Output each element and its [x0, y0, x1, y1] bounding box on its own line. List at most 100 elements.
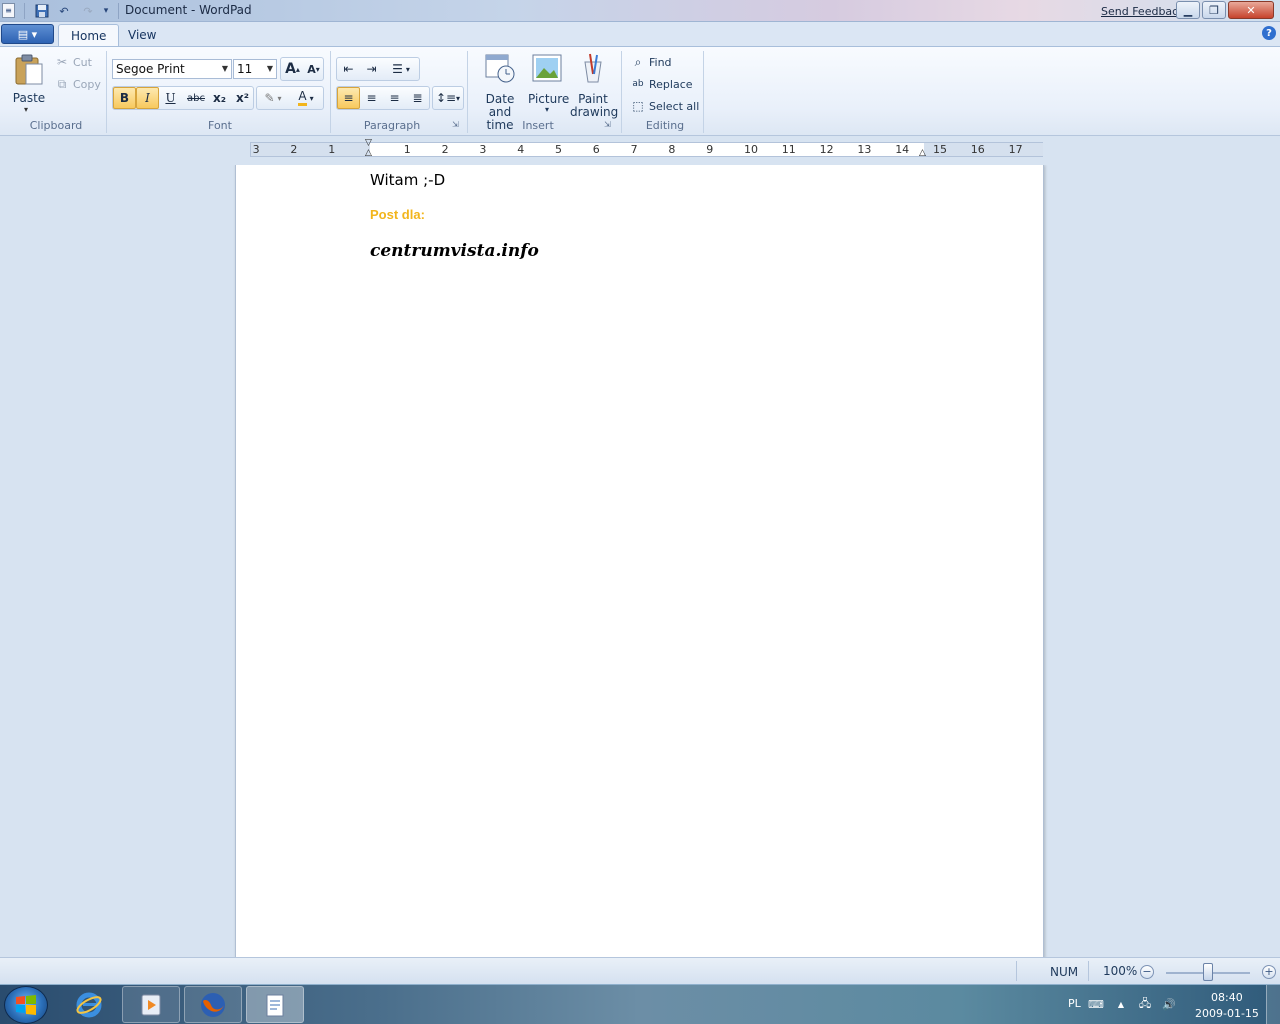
zoom-level[interactable]: 100% [1103, 964, 1137, 978]
subscript-button[interactable]: x₂ [208, 87, 231, 109]
ruler-tick-label: 3 [479, 143, 487, 156]
undo-icon[interactable]: ↶ [56, 3, 72, 19]
wordpad-app-icon[interactable]: ≡ [2, 3, 15, 18]
date-time-button[interactable]: Date and time [474, 52, 526, 132]
line-spacing-icon: ↕≡ [435, 91, 457, 105]
zoom-slider-thumb[interactable] [1203, 963, 1213, 981]
clock-date[interactable]: 2009-01-15 [1195, 1007, 1259, 1020]
right-indent-marker[interactable]: △ [919, 148, 926, 158]
replace-button[interactable]: ab Replace [630, 76, 692, 92]
num-lock-indicator: NUM [1050, 965, 1079, 979]
taskbar-wordpad[interactable] [246, 986, 304, 1023]
ruler-left-margin [251, 143, 370, 156]
find-button[interactable]: ⌕ Find [630, 54, 672, 70]
decrease-indent-icon[interactable]: ⇤ [337, 58, 360, 80]
underline-button[interactable]: U [159, 87, 182, 109]
hanging-indent-marker[interactable]: △ [365, 148, 372, 158]
paint-drawing-button[interactable]: Paint drawing [570, 52, 618, 119]
minimize-button[interactable]: ▁ [1176, 1, 1200, 19]
ruler-tick-label: 15 [933, 143, 947, 156]
app-menu-button[interactable]: ▤ ▾ [1, 24, 54, 44]
clock-time[interactable]: 08:40 [1211, 991, 1243, 1004]
taskbar-firefox[interactable] [184, 986, 242, 1023]
status-separator [1088, 961, 1089, 981]
zoom-in-button[interactable]: + [1262, 965, 1276, 979]
show-hidden-icons-icon[interactable]: ▲ [1113, 996, 1129, 1012]
ribbon-tab-row: ▤ ▾ Home View ? [0, 22, 1280, 46]
select-all-button[interactable]: ⬚ Select all [630, 98, 699, 114]
document-line[interactable]: Witam ;-D [370, 171, 445, 189]
ruler[interactable]: 3 2 1 1 2 3 4 5 6 7 8 9 10 11 12 13 14 15 16 17 ▽ △ △ [250, 138, 1043, 158]
ruler-tick-label: 5 [555, 143, 562, 156]
font-size-select[interactable]: 11 ▼ [233, 59, 277, 79]
bullet-list-button[interactable]: ☰ ▾ [384, 58, 418, 80]
ruler-tick-label: 6 [592, 143, 600, 156]
maximize-button[interactable]: ❐ [1202, 1, 1226, 19]
document-page[interactable]: Witam ;-D Post dla: centrumvista.info [235, 165, 1044, 957]
save-icon[interactable] [34, 3, 50, 19]
status-bar: NUM 100% − + [0, 957, 1280, 984]
first-line-indent-marker[interactable]: ▽ [365, 138, 372, 148]
volume-icon[interactable]: 🔊 [1161, 996, 1177, 1012]
qat-separator [24, 3, 25, 19]
ruler-tick-label: 13 [857, 143, 872, 156]
document-line[interactable]: Post dla: [370, 207, 425, 222]
italic-button[interactable]: I [136, 87, 159, 109]
font-group-label: Font [208, 119, 232, 132]
taskbar-media-player[interactable] [122, 986, 180, 1023]
zoom-out-button[interactable]: − [1140, 965, 1154, 979]
picture-icon [532, 54, 562, 82]
document-line[interactable]: centrumvista.info [370, 241, 539, 261]
chevron-down-icon: ▾ [456, 93, 461, 103]
network-icon[interactable]: 🖧 [1137, 996, 1153, 1012]
line-spacing-button[interactable]: ↕≡ ▾ [433, 87, 463, 109]
grow-font-button[interactable]: A ▴ [281, 58, 304, 80]
ruler-tick-label: 3 [252, 143, 260, 156]
picture-button[interactable]: Picture ▾ [528, 52, 569, 118]
status-separator [1016, 961, 1017, 981]
start-button[interactable] [4, 986, 48, 1024]
tab-view[interactable]: View [116, 24, 168, 46]
redo-icon[interactable]: ↷ [80, 3, 96, 19]
media-player-icon [141, 994, 161, 1015]
taskbar-internet-explorer[interactable] [60, 986, 118, 1023]
superscript-button[interactable]: x² [231, 87, 254, 109]
highlight-color-button[interactable]: ✎ ▾ [258, 87, 288, 109]
cut-button[interactable]: ✂ Cut [54, 54, 92, 70]
ruler-tick-label: 11 [781, 143, 796, 156]
paste-icon [15, 54, 43, 85]
customize-qat-icon[interactable]: ▾ [98, 3, 114, 19]
insert-dialog-launcher-icon[interactable]: ⇲ [604, 120, 611, 129]
group-separator [703, 51, 704, 133]
chevron-down-icon: ▼ [221, 64, 228, 73]
copy-label: Copy [73, 77, 101, 91]
align-center-icon[interactable]: ≡ [360, 87, 383, 109]
font-family-select[interactable]: Segoe Print ▼ [112, 59, 232, 79]
tab-home[interactable]: Home [58, 24, 120, 46]
keyboard-icon[interactable]: ⌨ [1088, 996, 1104, 1012]
text-color-button[interactable]: A ▾ [291, 87, 321, 109]
help-icon[interactable]: ? [1262, 26, 1276, 40]
paste-dropdown-icon[interactable]: ▾ [24, 105, 28, 114]
insert-group-label: Insert [522, 119, 554, 132]
increase-indent-icon[interactable]: ⇥ [360, 58, 383, 80]
bold-button[interactable]: B [113, 87, 136, 109]
windows-logo-icon [16, 995, 36, 1015]
show-desktop-button[interactable] [1266, 985, 1280, 1024]
align-left-icon[interactable]: ≡ [337, 87, 360, 109]
copy-button[interactable]: ⧉ Copy [54, 76, 101, 92]
close-button[interactable]: ✕ [1228, 1, 1274, 19]
chevron-down-icon: ▾ [544, 105, 549, 114]
strikethrough-button[interactable]: abc [183, 87, 209, 109]
language-indicator[interactable]: PL [1068, 997, 1081, 1010]
align-right-icon[interactable]: ≡ [383, 87, 406, 109]
paste-button[interactable]: Paste ▾ [10, 52, 48, 114]
justify-icon[interactable]: ≣ [406, 87, 429, 109]
paragraph-dialog-launcher-icon[interactable]: ⇲ [452, 120, 459, 129]
ruler-tick-label: 17 [1008, 143, 1023, 156]
taskbar: PL ⌨ ▲ 🖧 🔊 08:40 2009-01-15 [0, 984, 1280, 1024]
chevron-down-icon: ▾ [405, 64, 410, 74]
title-bar: ≡ ↶ ↷ ▾ Document - WordPad Send Feedback… [0, 0, 1280, 22]
send-feedback-link[interactable]: Send Feedback [1101, 5, 1185, 18]
shrink-font-button[interactable]: A ▾ [302, 58, 325, 80]
